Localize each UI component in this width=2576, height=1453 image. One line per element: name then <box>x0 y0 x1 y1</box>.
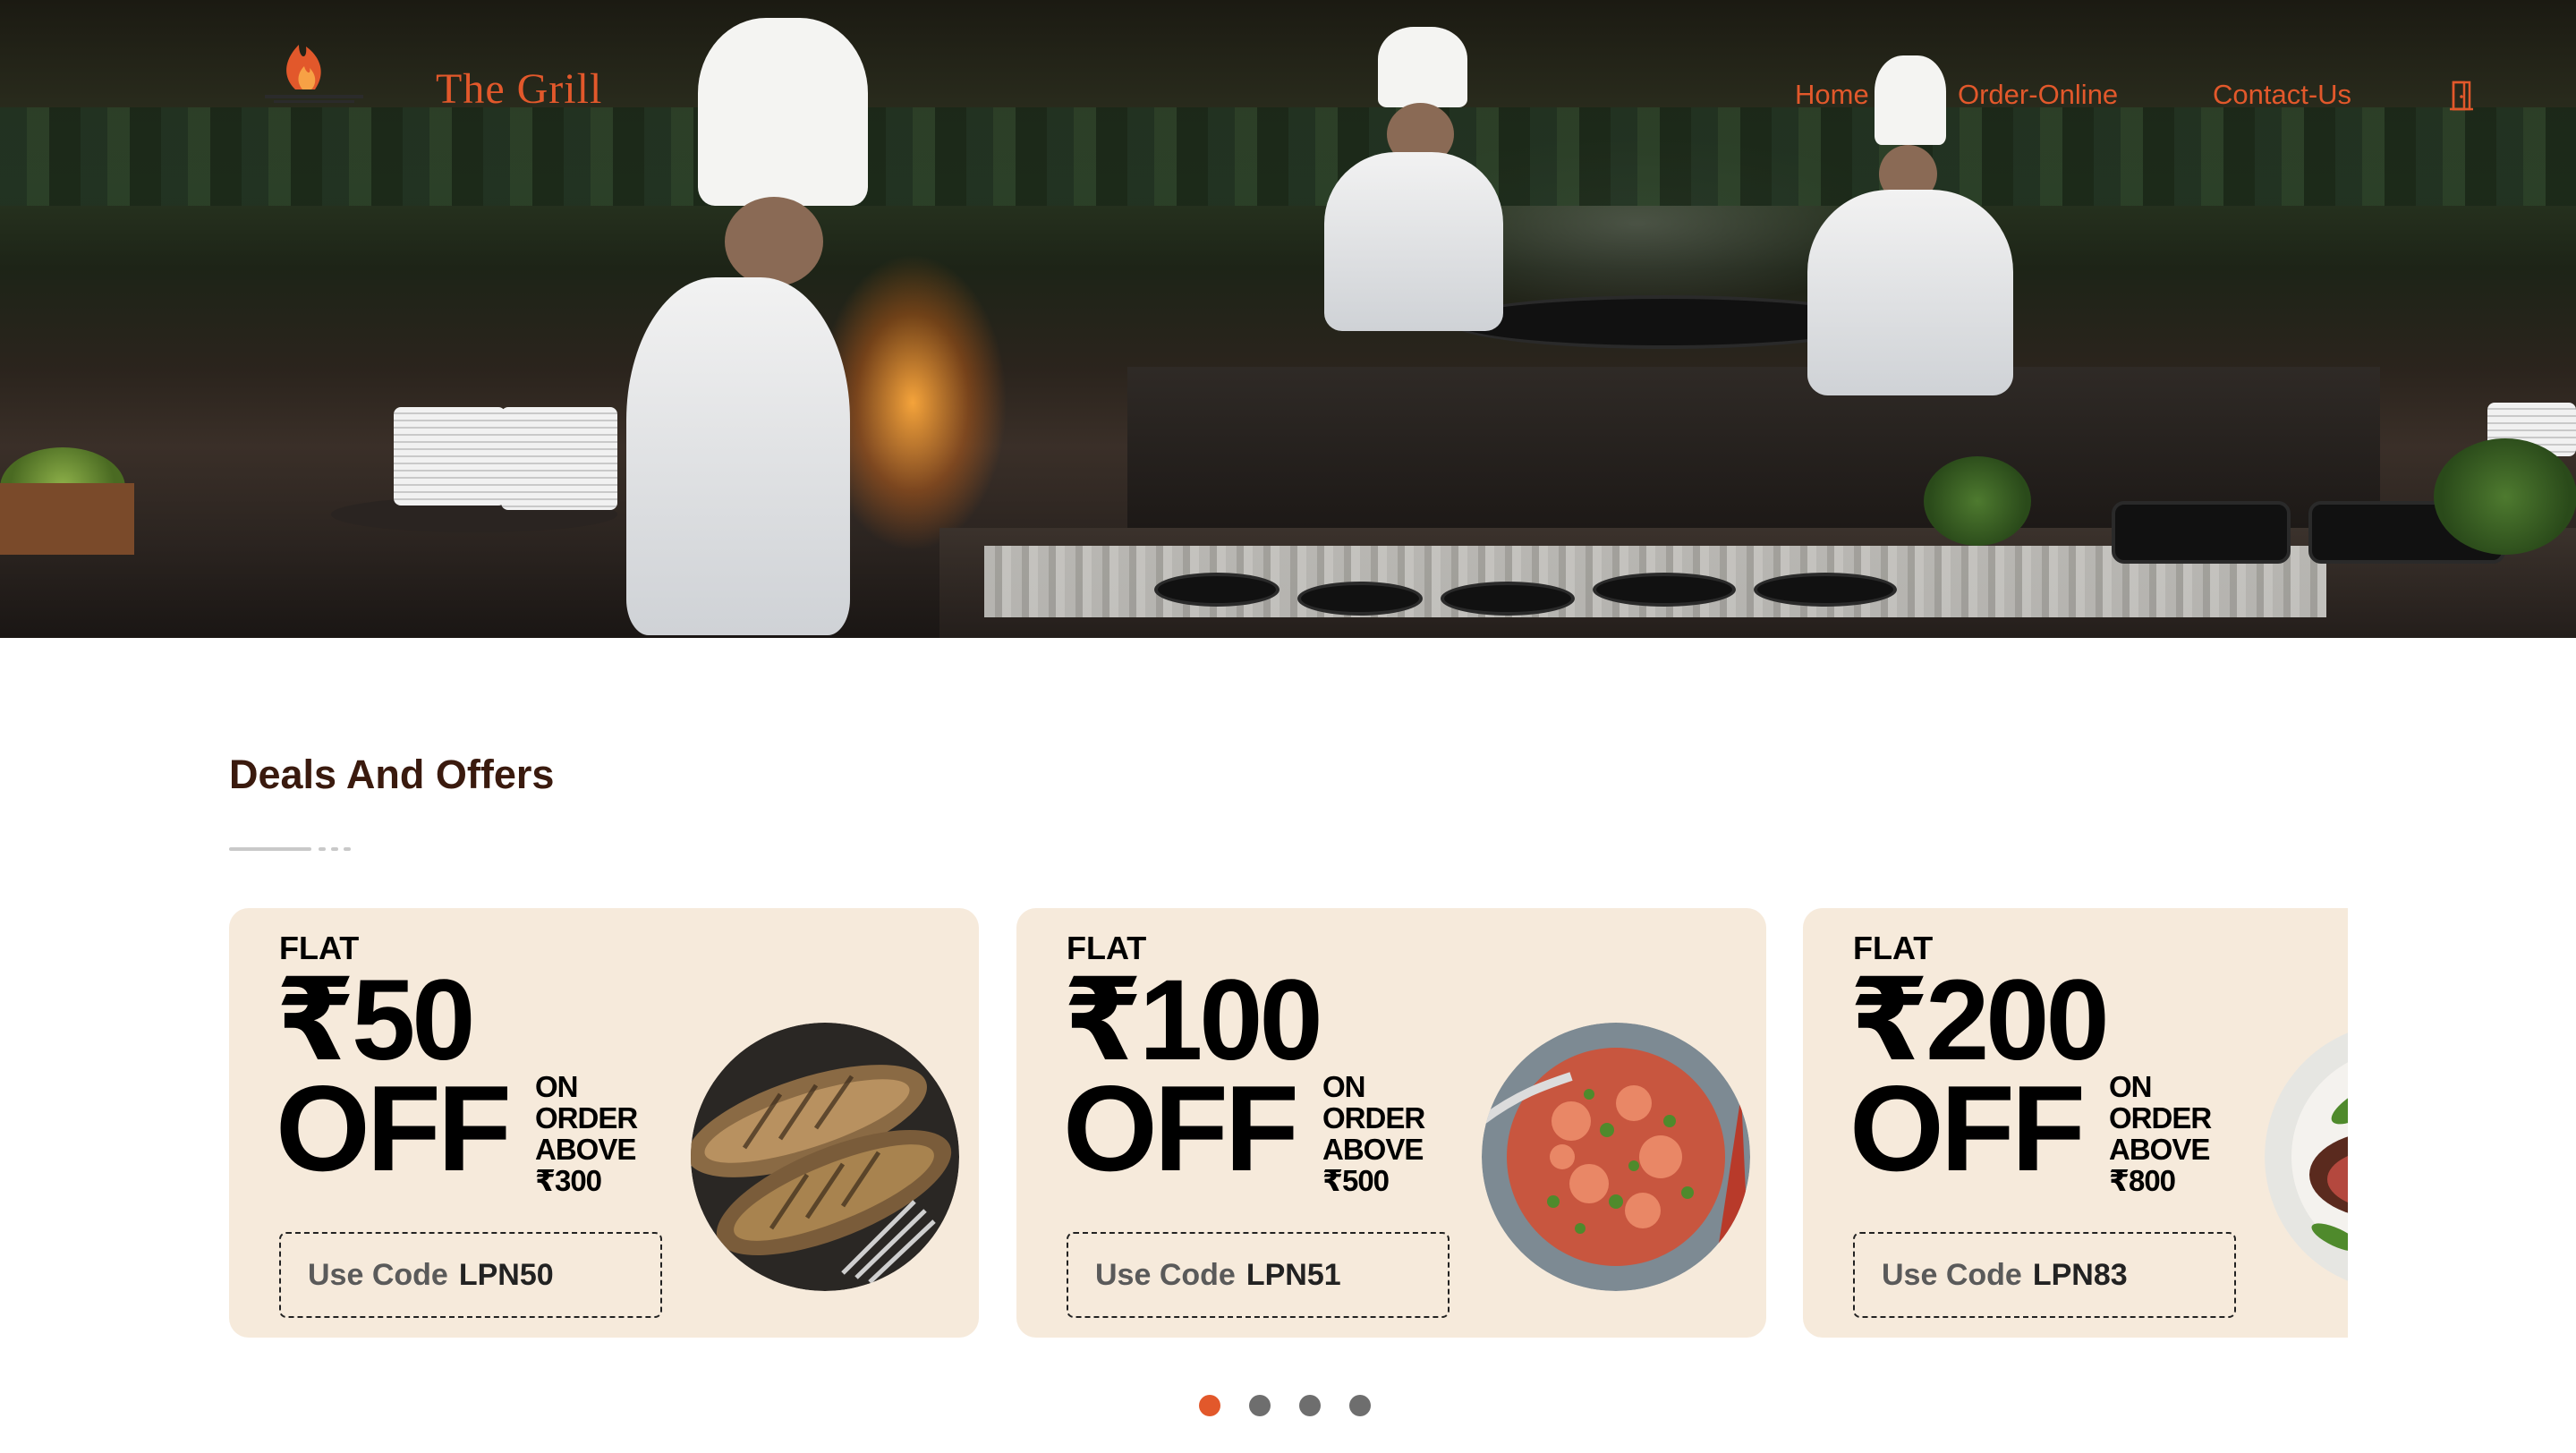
steak-plate-image <box>2265 1023 2348 1291</box>
carousel-dot-1[interactable] <box>1199 1395 1220 1416</box>
hero-pan <box>1154 573 1279 607</box>
hero-basket <box>0 483 134 555</box>
nav-contact-us-link[interactable]: Contact-Us <box>2213 79 2351 111</box>
door-exit-icon[interactable] <box>2448 81 2475 111</box>
nav-order-online-link[interactable]: Order-Online <box>1958 79 2118 111</box>
carousel-dot-2[interactable] <box>1249 1395 1271 1416</box>
deal-off-label: OFF <box>1063 1060 1299 1196</box>
hero-plates <box>501 407 617 510</box>
hero-pan <box>1441 582 1575 616</box>
nav-home-link[interactable]: Home <box>1795 79 1869 111</box>
hero-greenery <box>0 107 2576 206</box>
hero-vegetables <box>1924 456 2031 546</box>
deal-card[interactable]: FLAT ₹100 OFF ON ORDER ABOVE ₹500 Use Co… <box>1016 908 1766 1338</box>
deal-condition: ON ORDER ABOVE ₹800 <box>2109 1070 2212 1197</box>
hero-plates <box>394 407 506 506</box>
promo-code-value: LPN51 <box>1245 1257 1341 1292</box>
poke-bowl-image <box>1482 1023 1750 1291</box>
hero-pan <box>2112 501 2291 564</box>
deals-section-title: Deals And Offers <box>229 752 555 797</box>
deal-condition: ON ORDER ABOVE ₹500 <box>1322 1070 1425 1197</box>
flame-grill-logo-icon[interactable] <box>252 20 378 118</box>
promo-code-box[interactable]: Use Code LPN50 <box>279 1232 662 1318</box>
hero-pan <box>1754 573 1897 607</box>
deal-card[interactable]: FLAT ₹200 OFF ON ORDER ABOVE ₹800 Use Co… <box>1803 908 2348 1338</box>
title-underline-divider <box>229 847 351 851</box>
brand-name[interactable]: The Grill <box>436 64 602 114</box>
hero-vegetables <box>2434 438 2576 555</box>
grilled-fish-image <box>691 1023 959 1291</box>
carousel-dot-4[interactable] <box>1349 1395 1371 1416</box>
promo-code-value: LPN50 <box>458 1257 554 1292</box>
promo-code-box[interactable]: Use Code LPN51 <box>1067 1232 1450 1318</box>
deal-card[interactable]: FLAT ₹50 OFF ON ORDER ABOVE ₹300 Use Cod… <box>229 908 979 1338</box>
deals-carousel[interactable]: FLAT ₹50 OFF ON ORDER ABOVE ₹300 Use Cod… <box>229 908 2348 1338</box>
hero-pan <box>1297 582 1423 616</box>
promo-code-box[interactable]: Use Code LPN83 <box>1853 1232 2236 1318</box>
hero-banner: The Grill Home Order-Online Contact-Us <box>0 0 2576 638</box>
hero-pan <box>1593 573 1736 607</box>
deal-off-label: OFF <box>1849 1060 2086 1196</box>
promo-code-label: Use Code <box>308 1257 448 1292</box>
deal-off-label: OFF <box>276 1060 512 1196</box>
carousel-pagination <box>1199 1395 1371 1416</box>
promo-code-label: Use Code <box>1882 1257 2022 1292</box>
deal-condition: ON ORDER ABOVE ₹300 <box>535 1070 638 1197</box>
carousel-dot-3[interactable] <box>1299 1395 1321 1416</box>
promo-code-label: Use Code <box>1095 1257 1236 1292</box>
promo-code-value: LPN83 <box>2032 1257 2128 1292</box>
